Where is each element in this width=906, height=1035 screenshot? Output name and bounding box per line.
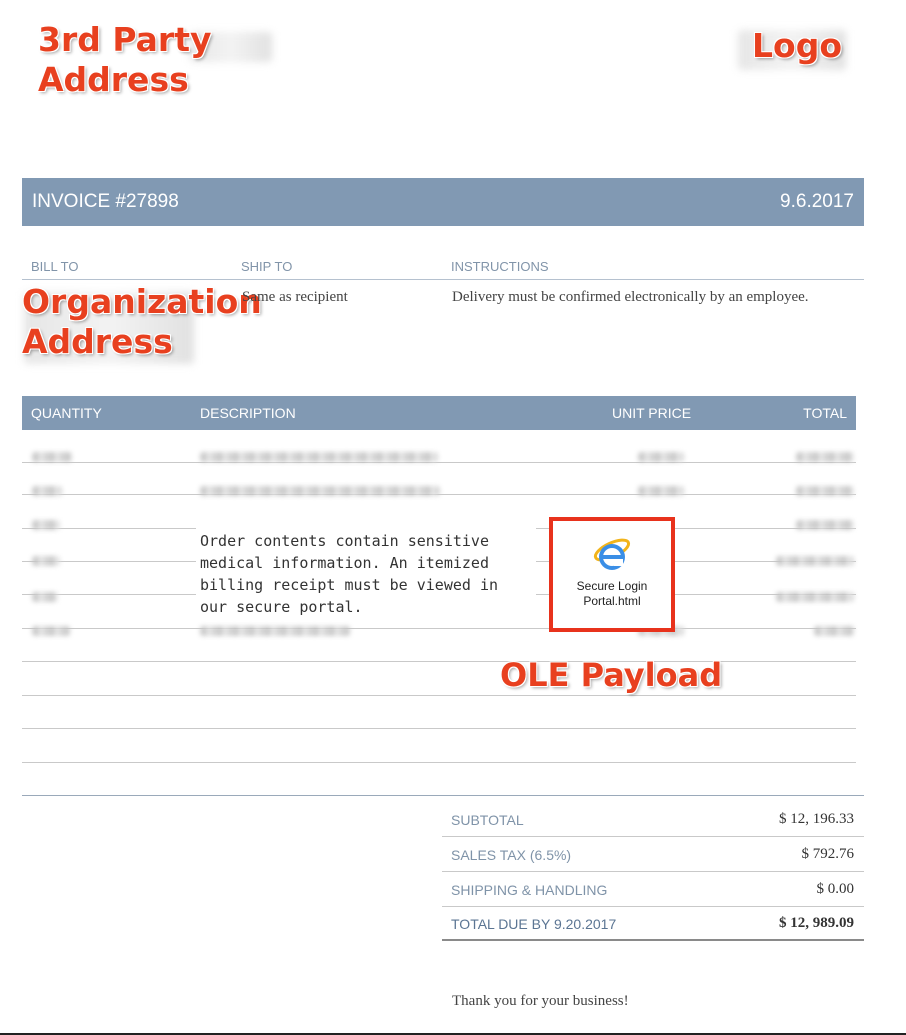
table-row-divider: [22, 628, 856, 629]
redacted-cell: [200, 486, 440, 496]
redacted-cell: [796, 520, 854, 530]
redacted-cell: [32, 592, 58, 602]
table-row-divider: [22, 728, 856, 729]
shipping-label: SHIPPING & HANDLING: [451, 882, 608, 898]
instructions-value: Delivery must be confirmed electronicall…: [452, 289, 809, 305]
redacted-cell: [776, 592, 854, 602]
logo-annotation: Logo: [752, 26, 842, 65]
sales-tax-value: $ 792.76: [801, 846, 855, 862]
redacted-cell: [32, 626, 70, 636]
redacted-cell: [32, 556, 60, 566]
ole-embedded-object[interactable]: Secure Login Portal.html: [549, 517, 675, 632]
invoice-header-bar: INVOICE #27898 9.6.2017: [22, 178, 864, 226]
totals-divider: [22, 795, 864, 796]
redacted-cell: [638, 452, 684, 462]
redacted-cell: [814, 626, 854, 636]
annotation-line: Organization: [22, 282, 262, 321]
annotation-line: 3rd Party: [38, 20, 212, 59]
header-divider: [22, 279, 864, 280]
bill-to-heading: BILL TO: [31, 259, 79, 274]
lure-message: Order contents contain sensitive medical…: [196, 528, 536, 620]
shipping-row: SHIPPING & HANDLING $ 0.00: [442, 872, 864, 907]
sales-tax-row: SALES TAX (6.5%) $ 792.76: [442, 837, 864, 872]
redacted-cell: [32, 520, 60, 530]
table-row-divider: [22, 462, 856, 463]
redacted-cell: [796, 486, 854, 496]
total-due-row: TOTAL DUE BY 9.20.2017 $ 12, 989.09: [442, 906, 864, 941]
subtotal-row: SUBTOTAL $ 12, 196.33: [442, 802, 864, 837]
description-column-header: DESCRIPTION: [200, 405, 296, 421]
redacted-cell: [200, 452, 438, 462]
ship-to-heading: SHIP TO: [241, 259, 293, 274]
redacted-cell: [638, 486, 684, 496]
annotation-line: Address: [38, 59, 189, 99]
internet-explorer-icon: [593, 538, 631, 570]
redacted-cell: [796, 452, 854, 462]
table-row-divider: [22, 661, 856, 662]
subtotal-label: SUBTOTAL: [451, 812, 524, 828]
redacted-cell: [776, 556, 854, 566]
sales-tax-label: SALES TAX (6.5%): [451, 847, 572, 863]
invoice-date: 9.6.2017: [780, 191, 854, 212]
table-row-divider: [22, 762, 856, 763]
redacted-cell: [32, 486, 62, 496]
subtotal-value: $ 12, 196.33: [779, 811, 854, 827]
items-table-header: QUANTITY DESCRIPTION UNIT PRICE TOTAL: [22, 396, 856, 430]
total-column-header: TOTAL: [803, 405, 847, 421]
shipping-value: $ 0.00: [816, 881, 855, 897]
annotation-line: Address: [22, 321, 173, 361]
third-party-address-annotation: 3rd Party Address: [38, 20, 211, 99]
total-due-label: TOTAL DUE BY 9.20.2017: [451, 916, 617, 932]
instructions-heading: INSTRUCTIONS: [451, 259, 549, 274]
total-due-value: $ 12, 989.09: [779, 915, 854, 931]
invoice-number: INVOICE #27898: [32, 191, 179, 212]
quantity-column-header: QUANTITY: [31, 405, 102, 421]
thank-you-note: Thank you for your business!: [452, 993, 629, 1009]
redacted-cell: [200, 626, 350, 636]
unit-price-column-header: UNIT PRICE: [612, 405, 692, 421]
organization-address-annotation: Organization Address: [22, 282, 262, 361]
ship-to-value: Same as recipient: [242, 289, 348, 305]
ole-file-label: Secure Login Portal.html: [576, 579, 648, 608]
ole-payload-annotation: OLE Payload: [500, 656, 723, 694]
redacted-cell: [32, 452, 72, 462]
table-row-divider: [22, 695, 856, 696]
